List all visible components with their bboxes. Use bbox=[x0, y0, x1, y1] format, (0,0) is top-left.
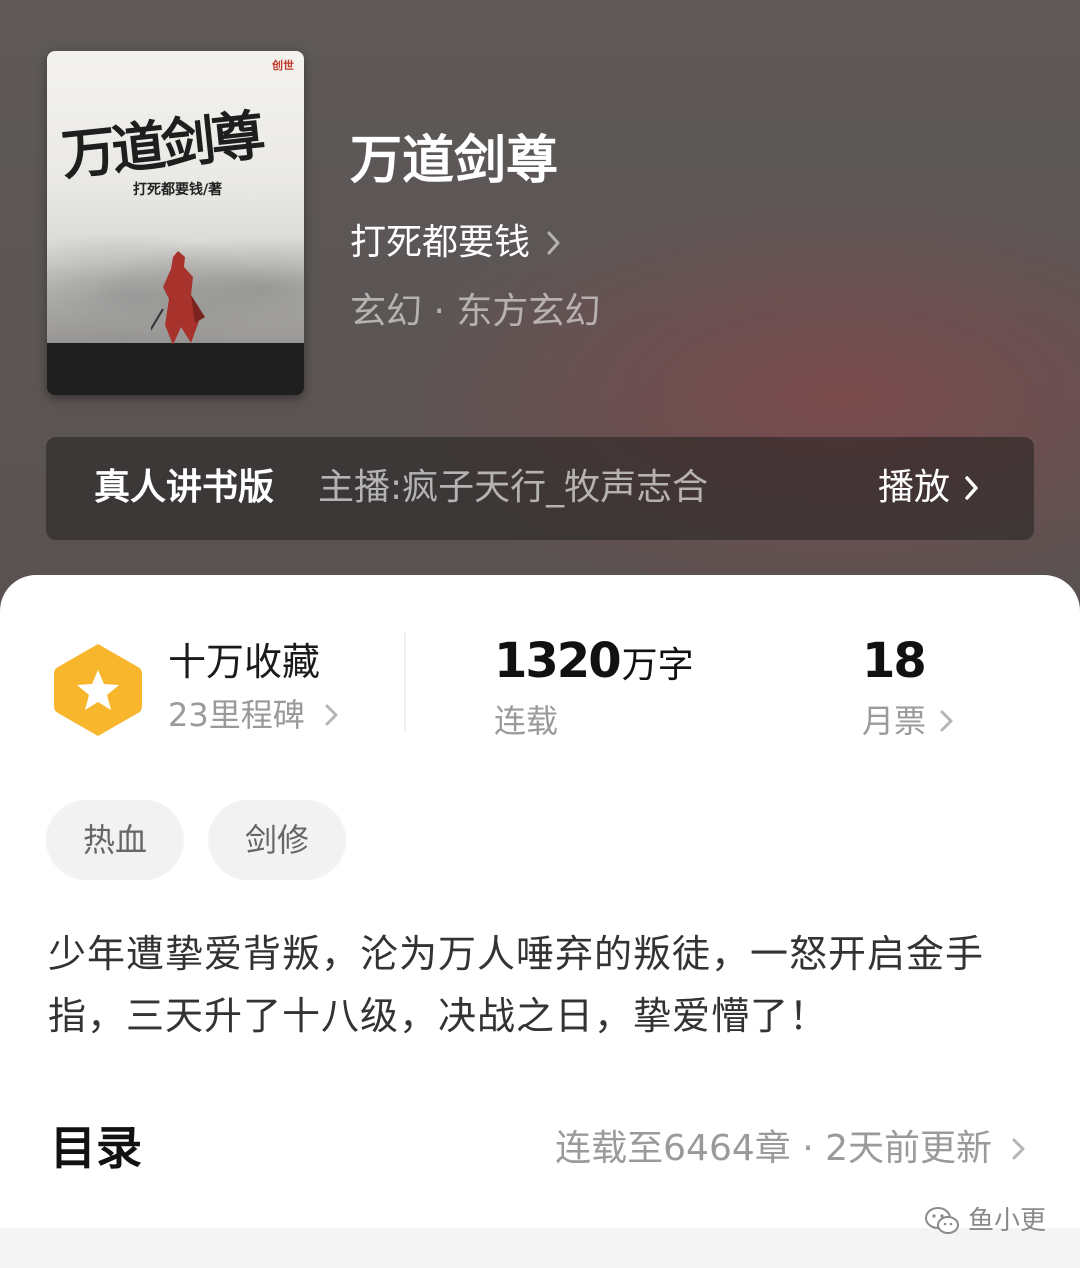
audiobook-label: 真人讲书版 bbox=[94, 467, 275, 508]
swordsman-figure bbox=[151, 251, 205, 345]
author-name: 打死都要钱 bbox=[350, 222, 531, 263]
milestones-label: 23里程碑 bbox=[168, 696, 305, 734]
toc-title: 目录 bbox=[50, 1121, 142, 1175]
word-count-unit: 万字 bbox=[621, 645, 694, 686]
book-cover[interactable]: 创世 万道剑尊 打死都要钱/著 bbox=[47, 51, 304, 395]
genre-label: 玄幻 · 东方玄幻 bbox=[350, 291, 601, 332]
monthly-tickets-count: 18 bbox=[862, 633, 927, 689]
cover-ground bbox=[47, 343, 304, 395]
chevron-right-icon bbox=[325, 704, 338, 726]
monthly-tickets-label: 月票 bbox=[862, 702, 927, 740]
star-badge-icon bbox=[54, 644, 142, 736]
author-link[interactable]: 打死都要钱 bbox=[350, 218, 564, 268]
book-header: 创世 万道剑尊 打死都要钱/著 万道剑尊 打死都要钱 玄幻 · 东方玄幻 真人讲… bbox=[0, 0, 1080, 640]
cover-publisher-logo: 创世 bbox=[272, 59, 294, 72]
audiobook-host: 主播:疯子天行_牧声志合 bbox=[318, 467, 709, 508]
monthly-tickets-link[interactable]: 月票 bbox=[862, 699, 956, 743]
watermark-text: 鱼小更 bbox=[967, 1206, 1046, 1236]
chevron-right-icon bbox=[1012, 1138, 1025, 1160]
play-label: 播放 bbox=[877, 467, 950, 508]
toc-update-info: 连载至6464章 · 2天前更新 bbox=[555, 1128, 992, 1169]
cover-author: 打死都要钱/著 bbox=[133, 182, 223, 198]
chevron-right-icon bbox=[965, 476, 978, 500]
audiobook-bar[interactable]: 真人讲书版 主播:疯子天行_牧声志合 播放 bbox=[46, 437, 1034, 540]
watermark: 鱼小更 bbox=[924, 1203, 1046, 1239]
stat-divider bbox=[404, 633, 406, 731]
play-button[interactable]: 播放 bbox=[878, 464, 982, 512]
collection-count: 十万收藏 bbox=[168, 640, 321, 684]
chevron-right-icon bbox=[547, 231, 560, 255]
chevron-right-icon bbox=[940, 710, 953, 732]
word-count: 1320 万字 bbox=[494, 633, 694, 689]
book-description: 少年遭挚爱背叛，沦为万人唾弃的叛徒，一怒开启金手指，三天升了十八级，决战之日，挚… bbox=[48, 932, 985, 1038]
serial-status: 连载 bbox=[494, 702, 559, 740]
book-detail-panel: 十万收藏 23里程碑 1320 万字 连载 18 月票 热血 剑修 少年遭挚爱背… bbox=[0, 575, 1080, 1268]
bottom-strip bbox=[0, 1228, 1080, 1268]
book-title: 万道剑尊 bbox=[350, 130, 559, 191]
tag-chip[interactable]: 热血 bbox=[46, 800, 184, 880]
wechat-icon bbox=[924, 1207, 959, 1234]
milestones-link[interactable]: 23里程碑 bbox=[168, 693, 341, 737]
word-count-number: 1320 bbox=[494, 633, 622, 689]
tag-chip[interactable]: 剑修 bbox=[208, 800, 346, 880]
cover-title: 万道剑尊 bbox=[58, 102, 265, 188]
toc-link[interactable]: 连载至6464章 · 2天前更新 bbox=[555, 1125, 1028, 1173]
